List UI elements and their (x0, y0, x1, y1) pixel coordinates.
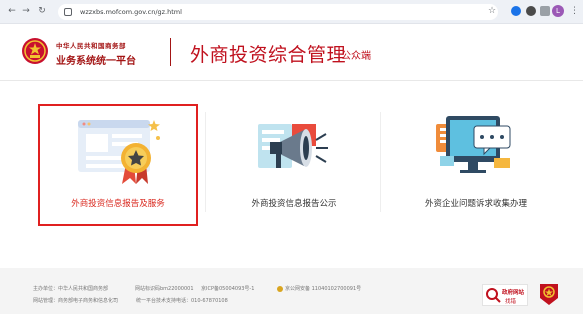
site-footer: 主办单位：中华人民共和国商务部 网站标识码bm22000001 京ICP备050… (0, 268, 583, 314)
monitor-feedback-icon (436, 116, 511, 173)
profile-avatar[interactable]: L (552, 5, 564, 17)
national-emblem-icon (22, 38, 48, 64)
url-text: wzzxbs.mofcom.gov.cn/gz.html (80, 8, 182, 16)
footer-icp-link[interactable]: 京ICP备05004093号-1 (201, 285, 254, 292)
forward-icon[interactable]: → (20, 5, 32, 18)
card-separator (380, 112, 381, 212)
org-name-top: 中华人民共和国商务部 (56, 42, 126, 50)
award-document-icon (78, 120, 160, 184)
download-icon[interactable] (540, 6, 550, 16)
card-label: 外商投资信息报告及服务 (71, 199, 165, 209)
browser-toolbar: ← → ↻ wzzxbs.mofcom.gov.cn/gz.html ☆ L ⋮ (0, 0, 583, 24)
card-separator (205, 112, 206, 212)
footer-support-phone: 统一平台技术支持电话：010-67870108 (136, 298, 228, 304)
back-icon[interactable]: ← (6, 5, 18, 18)
gov-badge-subtitle: 找错 (505, 299, 517, 305)
gov-site-error-report-button[interactable]: 政府网站 找错 (482, 284, 528, 306)
magnifier-icon (486, 288, 501, 303)
card-investment-report-publicity[interactable]: 外商投资信息报告公示 (212, 104, 376, 226)
page-title: 外商投资综合管理 (190, 44, 347, 66)
footer-maintainer: 网站管理：商务部电子商务和信息化司 (33, 298, 119, 304)
card-label: 外资企业问题诉求收集办理 (424, 199, 527, 209)
card-label: 外商投资信息报告公示 (251, 199, 337, 209)
address-bar[interactable]: wzzxbs.mofcom.gov.cn/gz.html (58, 4, 498, 20)
card-enterprise-issue-collection[interactable]: 外资企业问题诉求收集办理 (390, 104, 562, 226)
site-header: 中华人民共和国商务部 业务系统统一平台 外商投资综合管理 公众端 (0, 24, 583, 80)
footer-police-link[interactable]: 京公网安备 11040102700091号 (285, 285, 361, 292)
police-badge-icon (277, 286, 283, 292)
header-divider (170, 38, 171, 66)
gov-badge-title: 政府网站 (502, 290, 525, 296)
browser-menu-icon[interactable]: ⋮ (570, 5, 579, 18)
extensions-puzzle-icon[interactable] (526, 6, 536, 16)
header-divider-line (0, 80, 583, 81)
footer-site-id: 网站标识码bm22000001 (135, 286, 194, 292)
footer-sponsor: 主办单位：中华人民共和国商务部 (33, 286, 109, 292)
megaphone-icon (258, 124, 328, 168)
party-org-badge-icon[interactable] (538, 282, 560, 306)
extension-icon[interactable] (511, 6, 521, 16)
site-info-icon[interactable] (64, 8, 72, 16)
reload-icon[interactable]: ↻ (36, 5, 48, 18)
page-subtitle: 公众端 (341, 51, 371, 62)
org-name-bottom: 业务系统统一平台 (56, 56, 136, 67)
bookmark-star-icon[interactable]: ☆ (486, 4, 498, 18)
card-investment-report-service[interactable]: 外商投资信息报告及服务 (38, 104, 198, 226)
